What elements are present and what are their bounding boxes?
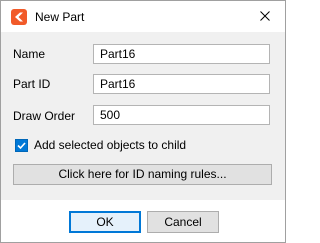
name-label: Name [13, 47, 46, 61]
dialog-footer: OK Cancel [1, 200, 285, 242]
window-title: New Part [35, 10, 85, 24]
id-naming-rules-button[interactable]: Click here for ID naming rules... [13, 164, 272, 185]
ok-button[interactable]: OK [69, 211, 141, 233]
add-selected-checkbox-row[interactable]: Add selected objects to child [15, 137, 186, 153]
part-id-label: Part ID [13, 77, 51, 91]
cancel-button[interactable]: Cancel [147, 211, 219, 233]
close-icon [260, 8, 270, 26]
draw-order-label: Draw Order [13, 109, 76, 123]
title-bar: New Part [1, 1, 285, 32]
draw-order-field[interactable] [93, 105, 270, 125]
name-field[interactable] [93, 44, 270, 64]
close-button[interactable] [245, 1, 285, 32]
app-logo-icon [11, 9, 27, 25]
dialog-content: Name Part ID Draw Order Add selected obj… [1, 32, 285, 200]
part-id-field[interactable] [93, 74, 270, 94]
add-selected-checkbox[interactable] [15, 138, 28, 152]
checkmark-icon [17, 141, 26, 149]
new-part-dialog: New Part Name Part ID Draw Order Add sel… [0, 0, 286, 243]
add-selected-label: Add selected objects to child [34, 138, 187, 152]
